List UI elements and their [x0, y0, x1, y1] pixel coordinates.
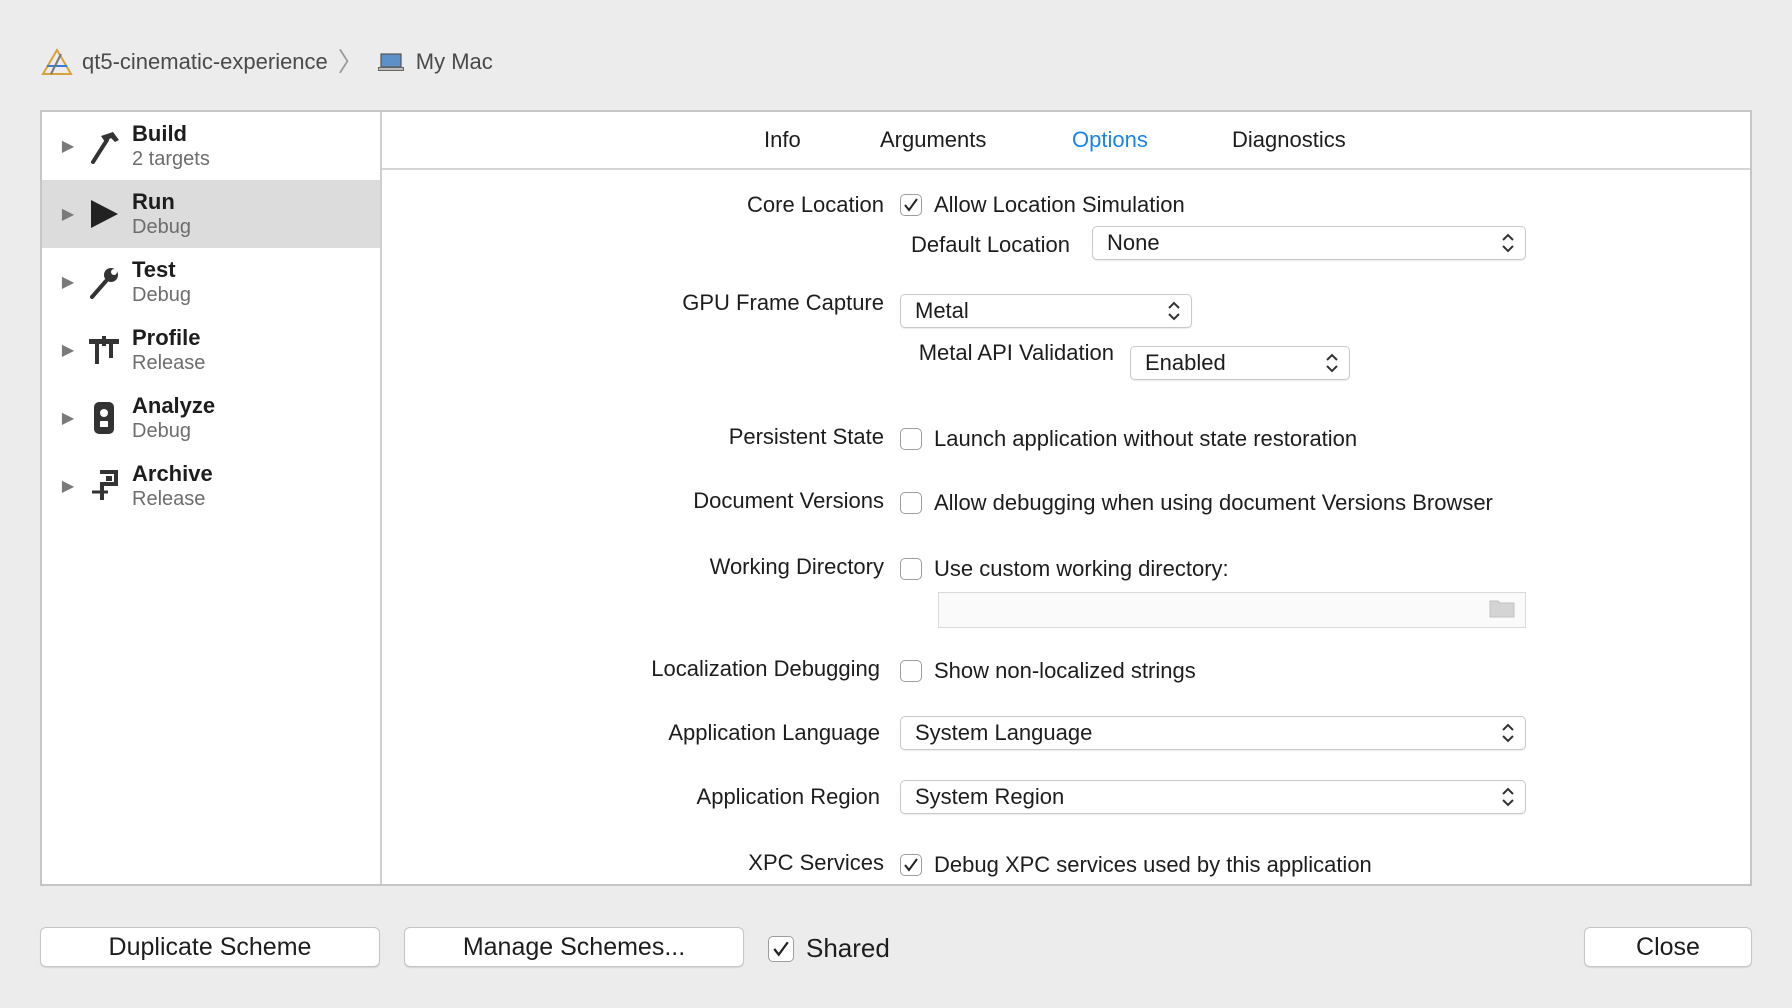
xcode-project-icon — [40, 47, 74, 77]
sidebar-item-title: Archive — [132, 460, 213, 486]
sidebar-item-title: Run — [132, 188, 175, 214]
scheme-actions-sidebar: ▶ Build 2 targets ▶ Run Debug ▶ Test Deb… — [42, 112, 382, 884]
folder-icon[interactable] — [1489, 598, 1515, 623]
sidebar-item-test[interactable]: ▶ Test Debug — [42, 248, 380, 316]
disclosure-triangle-icon[interactable]: ▶ — [58, 272, 78, 292]
sidebar-item-build[interactable]: ▶ Build 2 targets — [42, 112, 380, 180]
chevron-updown-icon — [1501, 722, 1515, 744]
gpu-frame-capture-select[interactable]: Metal — [900, 294, 1192, 328]
sidebar-item-analyze[interactable]: ▶ Analyze Debug — [42, 384, 380, 452]
sidebar-item-title: Profile — [132, 324, 201, 350]
wrench-icon — [84, 262, 124, 302]
working-directory-field[interactable] — [938, 592, 1526, 628]
document-versions-label: Document Versions — [693, 488, 884, 513]
application-region-value: System Region — [915, 784, 1065, 809]
document-versions-checkbox-label: Allow debugging when using document Vers… — [934, 490, 1493, 515]
analyze-icon — [84, 398, 124, 438]
application-language-value: System Language — [915, 720, 1093, 745]
working-directory-checkbox[interactable] — [900, 558, 922, 580]
disclosure-triangle-icon[interactable]: ▶ — [58, 408, 78, 428]
sidebar-item-title: Analyze — [132, 392, 216, 418]
persistent-state-checkbox-label: Launch application without state restora… — [934, 426, 1358, 451]
application-language-select[interactable]: System Language — [900, 716, 1526, 750]
duplicate-scheme-button[interactable]: Duplicate Scheme — [40, 927, 380, 967]
default-location-label: Default Location — [911, 232, 1070, 257]
sidebar-item-subtitle: Debug — [132, 420, 191, 443]
disclosure-triangle-icon[interactable]: ▶ — [58, 476, 78, 496]
scheme-project-name[interactable]: qt5-cinematic-experience — [82, 49, 328, 75]
sidebar-item-archive[interactable]: ▶ Archive Release — [42, 452, 380, 520]
metal-api-validation-label: Metal API Validation — [918, 340, 1114, 365]
sidebar-item-subtitle: Debug — [132, 284, 191, 307]
chevron-updown-icon — [1501, 786, 1515, 808]
chevron-updown-icon — [1167, 300, 1181, 322]
localization-debugging-label: Localization Debugging — [651, 656, 880, 681]
laptop-icon — [374, 47, 408, 77]
core-location-label: Core Location — [747, 192, 884, 217]
disclosure-triangle-icon[interactable]: ▶ — [58, 204, 78, 224]
tab-bar: Info Arguments Options Diagnostics — [382, 112, 1750, 170]
xpc-services-checkbox-label: Debug XPC services used by this applicat… — [934, 852, 1372, 877]
close-button[interactable]: Close — [1584, 927, 1752, 967]
tab-info[interactable]: Info — [764, 127, 801, 153]
allow-location-simulation-checkbox[interactable] — [900, 194, 922, 216]
chevron-updown-icon — [1325, 352, 1339, 374]
working-directory-label: Working Directory — [709, 554, 884, 579]
sidebar-item-subtitle: Debug — [132, 216, 191, 239]
caliper-icon — [84, 330, 124, 370]
play-icon — [84, 194, 124, 234]
disclosure-triangle-icon[interactable]: ▶ — [58, 340, 78, 360]
localization-debugging-checkbox[interactable] — [900, 660, 922, 682]
run-destination[interactable]: My Mac — [416, 49, 493, 75]
application-language-label: Application Language — [668, 720, 880, 745]
sidebar-item-subtitle: 2 targets — [132, 148, 210, 171]
document-versions-row[interactable]: Allow debugging when using document Vers… — [900, 490, 1493, 516]
scheme-editor-panel: ▶ Build 2 targets ▶ Run Debug ▶ Test Deb… — [40, 110, 1752, 886]
localization-debugging-row[interactable]: Show non-localized strings — [900, 658, 1196, 684]
archive-icon — [84, 466, 124, 506]
shared-label: Shared — [806, 933, 890, 963]
default-location-select[interactable]: None — [1092, 226, 1526, 260]
persistent-state-checkbox[interactable] — [900, 428, 922, 450]
disclosure-triangle-icon[interactable]: ▶ — [58, 136, 78, 156]
breadcrumb: qt5-cinematic-experience 〉 My Mac — [40, 46, 493, 78]
allow-location-simulation-label: Allow Location Simulation — [934, 192, 1185, 217]
sidebar-item-profile[interactable]: ▶ Profile Release — [42, 316, 380, 384]
working-directory-row[interactable]: Use custom working directory: — [900, 556, 1229, 582]
persistent-state-row[interactable]: Launch application without state restora… — [900, 426, 1357, 452]
chevron-updown-icon — [1501, 232, 1515, 254]
gpu-frame-capture-value: Metal — [915, 298, 969, 323]
localization-debugging-checkbox-label: Show non-localized strings — [934, 658, 1196, 683]
xpc-services-row[interactable]: Debug XPC services used by this applicat… — [900, 852, 1372, 878]
xpc-services-checkbox[interactable] — [900, 854, 922, 876]
metal-api-validation-value: Enabled — [1145, 350, 1226, 375]
hammer-icon — [84, 126, 124, 166]
tab-options[interactable]: Options — [1072, 127, 1148, 153]
shared-toggle[interactable]: Shared — [768, 933, 890, 964]
gpu-frame-capture-label: GPU Frame Capture — [682, 290, 884, 315]
manage-schemes-button[interactable]: Manage Schemes... — [404, 927, 744, 967]
scheme-options-content: Info Arguments Options Diagnostics Core … — [382, 112, 1750, 884]
metal-api-validation-select[interactable]: Enabled — [1130, 346, 1350, 380]
allow-location-simulation-row[interactable]: Allow Location Simulation — [900, 192, 1185, 218]
application-region-select[interactable]: System Region — [900, 780, 1526, 814]
tab-arguments[interactable]: Arguments — [880, 127, 986, 153]
sidebar-item-subtitle: Release — [132, 352, 206, 375]
sidebar-item-run[interactable]: ▶ Run Debug — [42, 180, 380, 248]
working-directory-checkbox-label: Use custom working directory: — [934, 556, 1229, 581]
sidebar-item-subtitle: Release — [132, 488, 206, 511]
application-region-label: Application Region — [696, 784, 880, 809]
xpc-services-label: XPC Services — [748, 850, 884, 875]
sidebar-item-title: Build — [132, 120, 187, 146]
default-location-value: None — [1107, 230, 1160, 255]
tab-diagnostics[interactable]: Diagnostics — [1232, 127, 1346, 153]
shared-checkbox[interactable] — [768, 935, 794, 962]
persistent-state-label: Persistent State — [728, 424, 884, 449]
sidebar-item-title: Test — [132, 256, 176, 282]
document-versions-checkbox[interactable] — [900, 492, 922, 514]
breadcrumb-separator: 〉 — [337, 47, 364, 77]
